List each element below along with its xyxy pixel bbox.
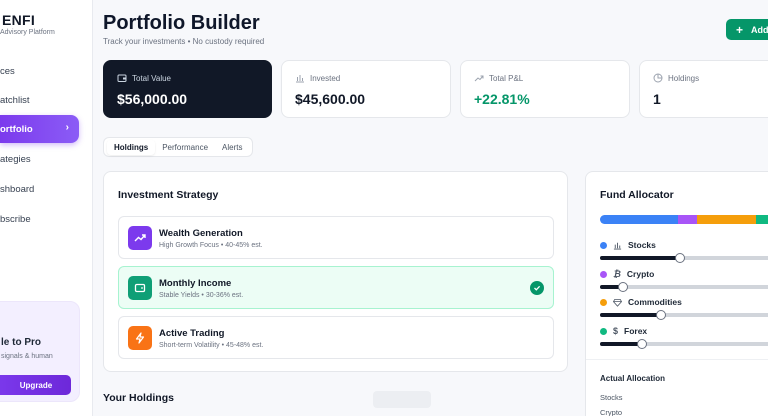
sidebar-item-subscribe[interactable]: bscribe (0, 205, 79, 233)
wallet-icon (128, 276, 152, 300)
pie-chart-icon (653, 73, 663, 83)
slider-handle[interactable] (655, 310, 666, 320)
strategy-option-title: Wealth Generation (159, 228, 243, 239)
slider-handle[interactable] (636, 339, 647, 349)
brand-subtitle: Advisory Platform (0, 29, 55, 36)
allocation-segment-stocks (600, 215, 678, 224)
strategy-option-subtitle: Stable Yields • 30-36% est. (159, 292, 244, 299)
asset-label: Stocks (628, 240, 656, 250)
color-dot (600, 298, 607, 306)
tab-performance[interactable]: Performance (155, 140, 215, 155)
sidebar: ENFI Advisory Platform ces atchlist ortf… (0, 0, 93, 416)
view-tabs: Holdings Performance Alerts (103, 137, 254, 157)
wallet-icon (117, 74, 127, 82)
sidebar-item-label: shboard (0, 183, 35, 195)
strategy-option-title: Monthly Income (159, 278, 232, 289)
strategy-option-monthly-income[interactable]: Monthly Income Stable Yields • 30-36% es… (118, 266, 554, 309)
actual-allocation-title: Actual Allocation (600, 374, 666, 383)
sidebar-item-portfolio[interactable]: ortfolio › (0, 115, 79, 143)
strategy-option-subtitle: High Growth Focus • 40-45% est. (159, 242, 263, 249)
stat-card-holdings: Holdings 1 (639, 60, 768, 118)
stat-label: Total Value (132, 73, 171, 83)
asset-label: Commodities (628, 297, 682, 307)
plus-icon: + (736, 22, 744, 37)
sidebar-item-label: ategies (0, 153, 31, 165)
stat-card-total-pnl: Total P&L +22.81% (460, 60, 630, 118)
add-button[interactable]: + Add (726, 19, 768, 40)
asset-label: Forex (624, 326, 648, 336)
fund-allocator-card: Fund Allocator Stocks ₿ Crypto Commoditi… (585, 171, 768, 416)
stat-value: $45,600.00 (295, 91, 366, 107)
sidebar-item-dashboard[interactable]: shboard (0, 175, 79, 203)
stat-card-total-value: Total Value $56,000.00 (103, 60, 272, 118)
dollar-icon: $ (613, 326, 619, 336)
allocation-segment-crypto (677, 215, 697, 224)
tab-alerts[interactable]: Alerts (215, 140, 249, 155)
slider-handle[interactable] (617, 282, 628, 292)
actual-allocation-item: Stocks (600, 393, 623, 402)
color-dot (600, 241, 607, 249)
stat-label: Invested (310, 73, 341, 83)
bar-chart-icon (296, 75, 304, 83)
stat-label: Total P&L (489, 73, 524, 83)
gem-icon (613, 298, 622, 307)
sidebar-item-label: ces (0, 65, 15, 77)
allocation-segment-commodities (696, 215, 756, 224)
stat-value: +22.81% (474, 91, 530, 107)
brand-name: ENFI (2, 12, 36, 28)
upgrade-button[interactable]: Upgrade (0, 375, 71, 395)
lightning-icon (128, 326, 152, 350)
tab-holdings[interactable]: Holdings (107, 139, 156, 155)
color-dot (600, 270, 607, 278)
sidebar-item-label: atchlist (0, 94, 30, 106)
promo-title: le to Pro (1, 337, 42, 348)
color-dot (600, 327, 607, 335)
holdings-title: Your Holdings (103, 392, 174, 404)
trend-up-icon (128, 226, 152, 250)
allocator-title: Fund Allocator (600, 189, 674, 201)
asset-label: Crypto (626, 269, 655, 279)
stat-card-invested: Invested $45,600.00 (281, 60, 451, 118)
sidebar-item-strategies[interactable]: ategies (0, 145, 79, 173)
chevron-right-icon: › (65, 122, 69, 133)
upgrade-promo: le to Pro signals & human Upgrade (0, 301, 80, 402)
slider-handle[interactable] (674, 253, 685, 263)
investment-strategy-card: Investment Strategy Wealth Generation Hi… (103, 171, 568, 372)
strategy-option-title: Active Trading (159, 328, 225, 339)
sidebar-item-watchlist[interactable]: atchlist (0, 86, 79, 114)
sidebar-item-prices[interactable]: ces (0, 57, 79, 85)
actual-allocation-item: Crypto (600, 408, 623, 416)
stocks-slider[interactable] (600, 253, 768, 263)
check-icon (530, 281, 544, 295)
forex-slider[interactable] (600, 339, 768, 349)
add-button-label: Add (751, 24, 768, 35)
divider (586, 359, 768, 360)
stat-label: Holdings (668, 73, 700, 83)
allocation-segment-forex (755, 215, 768, 224)
sidebar-item-label: bscribe (0, 213, 31, 225)
strategy-option-subtitle: Short-term Volatility • 45-48% est. (159, 342, 264, 349)
strategy-title: Investment Strategy (118, 189, 219, 201)
bitcoin-icon: ₿ (613, 269, 621, 279)
bar-chart-icon (613, 242, 622, 250)
strategy-option-active-trading[interactable]: Active Trading Short-term Volatility • 4… (118, 316, 554, 359)
sidebar-item-label: ortfolio (0, 123, 33, 135)
stat-value: $56,000.00 (117, 91, 188, 107)
promo-text: signals & human (1, 353, 53, 360)
loading-placeholder (373, 391, 431, 408)
page-title: Portfolio Builder (103, 12, 260, 34)
stat-value: 1 (653, 91, 661, 107)
strategy-option-wealth-generation[interactable]: Wealth Generation High Growth Focus • 40… (118, 216, 554, 259)
crypto-slider[interactable] (600, 282, 768, 292)
commodities-slider[interactable] (600, 310, 768, 320)
allocation-bar (600, 215, 768, 224)
trend-up-icon (474, 75, 484, 82)
page-subtitle: Track your investments • No custody requ… (103, 37, 265, 46)
